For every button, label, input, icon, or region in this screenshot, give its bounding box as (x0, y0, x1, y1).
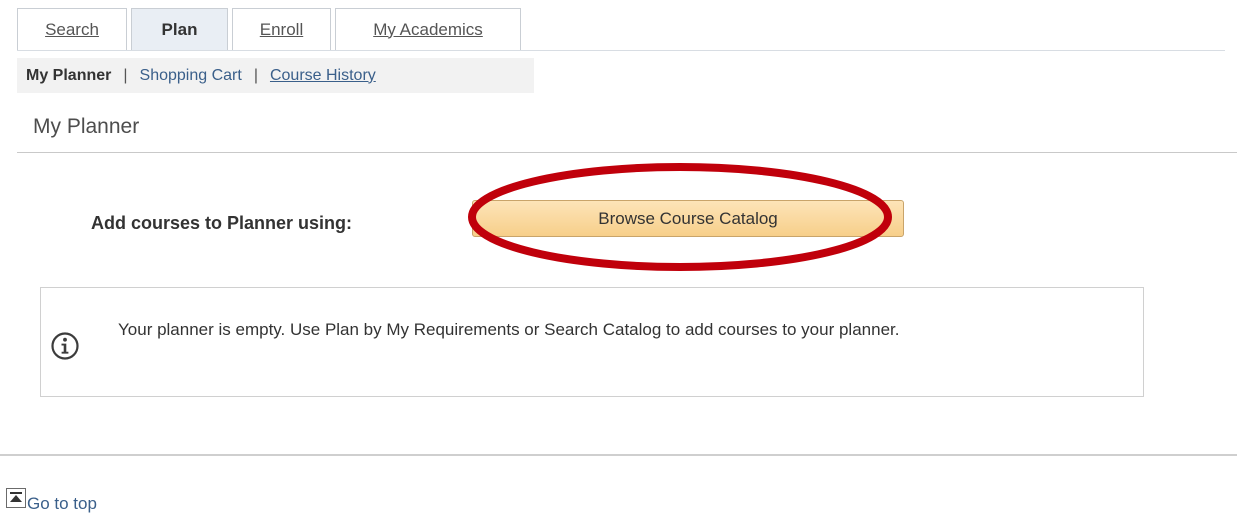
tab-my-academics-label: My Academics (373, 19, 483, 39)
sub-navigation: My Planner | Shopping Cart | Course Hist… (17, 58, 534, 93)
subnav-separator: | (123, 66, 128, 84)
page: Search Plan Enroll My Academics My Plann… (0, 0, 1237, 522)
tab-search-label: Search (45, 19, 99, 39)
tab-plan[interactable]: Plan (131, 8, 228, 50)
browse-course-catalog-button[interactable]: Browse Course Catalog (472, 200, 904, 237)
arrow-up-to-top-icon (6, 488, 26, 508)
info-message-text: Your planner is empty. Use Plan by My Re… (118, 320, 900, 339)
info-message-box (40, 287, 1144, 397)
tab-enroll[interactable]: Enroll (232, 8, 331, 50)
info-icon (51, 332, 79, 360)
tab-enroll-label: Enroll (259, 19, 304, 39)
subnav-course-history-link[interactable]: Course History (270, 67, 376, 85)
subnav-shopping-cart-link[interactable]: Shopping Cart (140, 67, 242, 85)
add-courses-label: Add courses to Planner using: (91, 213, 353, 233)
subnav-my-planner: My Planner (26, 66, 112, 84)
subnav-separator: | (253, 66, 258, 84)
tab-search[interactable]: Search (17, 8, 127, 50)
bottom-divider (0, 454, 1237, 456)
tab-my-academics[interactable]: My Academics (335, 8, 521, 50)
page-title: My Planner (33, 115, 140, 138)
tab-plan-label: Plan (161, 19, 198, 39)
go-to-top-label: Go to top (27, 494, 97, 513)
tabs-divider (17, 50, 1225, 51)
go-to-top-link[interactable]: Go to top (6, 488, 97, 513)
subnav-course-history-label: Course History (269, 66, 376, 84)
title-divider (17, 152, 1237, 153)
top-tabs: Search Plan Enroll My Academics (17, 8, 525, 50)
